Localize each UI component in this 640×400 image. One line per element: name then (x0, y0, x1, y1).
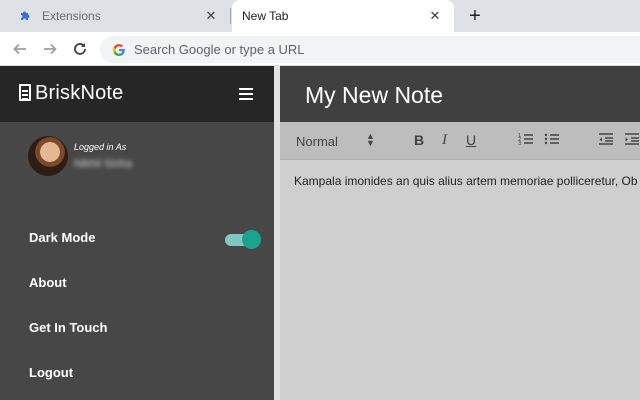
tab-title: New Tab (242, 9, 289, 23)
close-icon[interactable]: ✕ (426, 8, 444, 24)
bullet-list-icon[interactable] (544, 132, 560, 150)
menu-item-logout[interactable]: Logout (29, 365, 73, 380)
puzzle-icon (18, 9, 32, 23)
tab-extensions[interactable]: Extensions ✕ (0, 0, 230, 32)
note-panel: My New Note Normal ▲ ▼ B I U 123 Kampala … (280, 66, 640, 400)
menu-item-about[interactable]: About (29, 275, 67, 290)
select-arrows-icon: ▲ ▼ (366, 131, 375, 148)
indent-icon[interactable] (624, 132, 640, 150)
editor-toolbar: Normal ▲ ▼ B I U 123 (280, 122, 640, 160)
new-tab-button[interactable]: + (466, 4, 484, 28)
italic-button[interactable]: I (442, 132, 447, 150)
username: Nikhil Sinha (74, 158, 133, 170)
close-icon[interactable]: ✕ (202, 8, 220, 24)
hamburger-menu-icon[interactable] (239, 88, 253, 100)
tab-divider (230, 8, 231, 24)
forward-arrow-icon[interactable] (39, 38, 61, 60)
tab-title: Extensions (42, 9, 101, 23)
bold-button[interactable]: B (414, 132, 424, 150)
note-title[interactable]: My New Note (305, 82, 443, 109)
note-header: My New Note (280, 66, 640, 122)
sidebar-header: BriskNote (0, 66, 274, 122)
brisknote-app: BriskNote Logged in As Nikhil Sinha Dark… (0, 66, 640, 400)
reload-icon[interactable] (69, 38, 91, 60)
note-content[interactable]: Kampala imonides an quis alius artem mem… (294, 174, 638, 188)
menu-item-get-in-touch[interactable]: Get In Touch (29, 320, 107, 335)
ordered-list-icon[interactable]: 123 (518, 132, 534, 150)
svg-text:3: 3 (518, 141, 521, 146)
note-editor[interactable]: Kampala imonides an quis alius artem mem… (280, 160, 640, 400)
logged-in-label: Logged in As (74, 142, 127, 152)
avatar (28, 136, 68, 176)
format-select[interactable]: Normal (296, 134, 338, 149)
address-placeholder: Search Google or type a URL (134, 42, 305, 57)
toggle-knob (242, 230, 261, 249)
browser-toolbar: Search Google or type a URL (0, 32, 640, 66)
menu-item-dark-mode: Dark Mode (29, 230, 96, 245)
tab-new-tab[interactable]: New Tab ✕ (232, 0, 454, 32)
dark-mode-toggle[interactable] (225, 229, 261, 249)
back-arrow-icon[interactable] (9, 38, 31, 60)
sidebar: BriskNote Logged in As Nikhil Sinha Dark… (0, 66, 274, 400)
profile-section: Logged in As Nikhil Sinha (0, 122, 274, 202)
brand-title: BriskNote (35, 82, 124, 104)
outdent-icon[interactable] (598, 132, 614, 150)
notepad-icon (19, 84, 31, 101)
underline-button[interactable]: U (466, 132, 476, 150)
browser-tabstrip: Extensions ✕ New Tab ✕ + (0, 0, 640, 32)
address-bar[interactable]: Search Google or type a URL (100, 36, 640, 63)
google-g-icon (112, 43, 126, 57)
